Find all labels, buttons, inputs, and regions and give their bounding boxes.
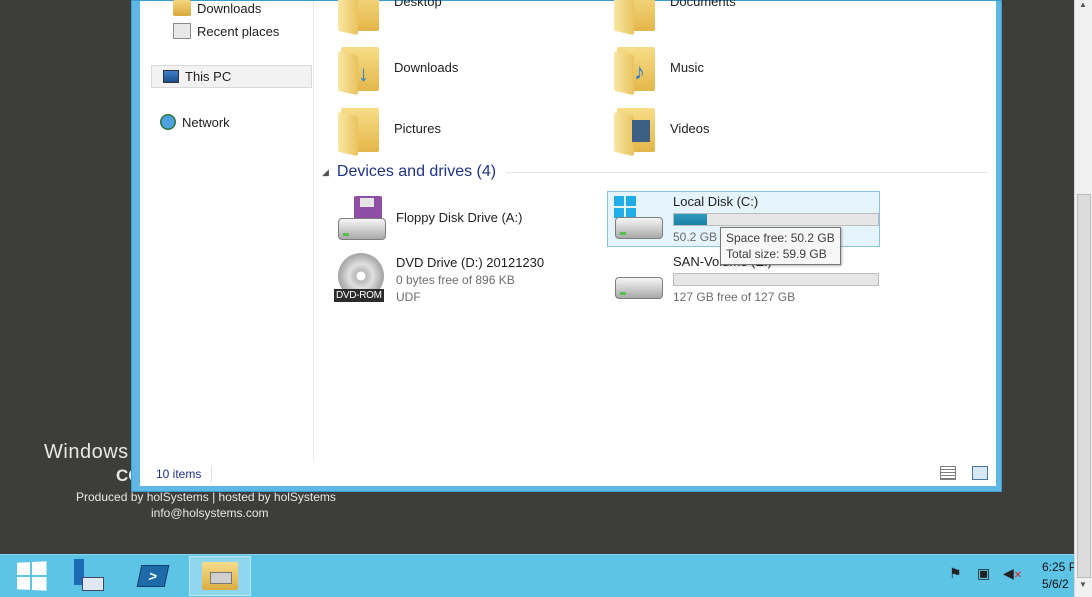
file-explorer-window: Downloads Recent places This PC Network … — [131, 0, 1002, 492]
folder-downloads[interactable]: ↓ Downloads — [338, 41, 459, 96]
drive-free-space: 0 bytes free of 896 KB — [396, 273, 515, 287]
desktop-produced-text: Produced by holSystems | hosted by holSy… — [76, 490, 336, 504]
drive-name: DVD Drive (D:) 20121230 — [396, 255, 545, 270]
drive-name: Local Disk (C:) — [673, 194, 759, 209]
drive-tooltip: Space free: 50.2 GB Total size: 59.9 GB — [720, 227, 841, 265]
folder-label: Downloads — [394, 59, 459, 75]
drive-free-space: 127 GB free of 127 GB — [673, 290, 796, 304]
folder-icon — [614, 0, 660, 36]
section-divider — [506, 171, 988, 173]
folder-label: Documents — [670, 0, 736, 9]
windows-logo-icon — [17, 561, 47, 591]
drive-floppy[interactable]: Floppy Disk Drive (A:) — [334, 194, 522, 246]
clock-date: 5/6/2 — [1042, 577, 1069, 591]
status-bar: 10 items — [140, 461, 996, 486]
collapse-arrow-icon[interactable]: ◢ — [322, 167, 329, 178]
folder-label: Music — [670, 59, 704, 75]
powershell-icon: > — [136, 565, 170, 587]
network-tray-icon[interactable]: ▣ — [977, 565, 990, 582]
nav-item-network[interactable]: Network — [160, 111, 230, 133]
details-view-icon[interactable] — [940, 466, 956, 480]
hard-drive-icon — [611, 193, 667, 245]
folder-documents[interactable]: Documents — [614, 0, 736, 36]
dvd-badge: DVD-ROM — [334, 289, 384, 302]
capacity-fill — [674, 214, 707, 225]
start-button[interactable] — [0, 556, 62, 596]
devices-section-header[interactable]: ◢ Devices and drives (4) — [322, 163, 988, 181]
item-count: 10 items — [156, 465, 213, 482]
dvd-icon: DVD-ROM — [334, 251, 390, 303]
drive-filesystem: UDF — [396, 290, 421, 304]
tooltip-space-free: Space free: 50.2 GB — [726, 231, 835, 245]
nav-label: Network — [182, 114, 230, 130]
recent-places-icon — [173, 23, 191, 39]
folder-label: Videos — [670, 120, 710, 136]
folder-icon: ↓ — [338, 41, 384, 96]
desktop-windows-text: Windows — [44, 441, 129, 463]
navigation-pane: Downloads Recent places This PC Network — [140, 0, 314, 461]
network-icon — [160, 114, 176, 130]
explorer-content: Downloads Recent places This PC Network … — [140, 0, 996, 486]
tooltip-total-size: Total size: 59.9 GB — [726, 247, 827, 261]
computer-icon — [163, 70, 179, 83]
nav-label: Recent places — [197, 23, 280, 39]
nav-label: Downloads — [197, 0, 262, 16]
drive-name: Floppy Disk Drive (A:) — [396, 210, 523, 225]
nav-item-recent-places[interactable]: Recent places — [173, 20, 279, 42]
nav-item-this-pc[interactable]: This PC — [151, 65, 312, 88]
server-manager-icon — [72, 559, 104, 593]
volume-muted-icon[interactable]: ◀✕ — [1003, 565, 1022, 582]
folder-desktop[interactable]: Desktop — [338, 0, 442, 36]
folder-label: Desktop — [394, 0, 442, 9]
folder-icon — [338, 0, 384, 36]
desktop-email-text: info@holsystems.com — [151, 506, 269, 520]
powershell-button[interactable]: > — [122, 556, 184, 596]
nav-label: This PC — [185, 69, 232, 84]
folder-icon: ♪ — [614, 41, 660, 96]
taskbar: > ⚑ ▣ ◀✕ 6:25 PM 5/6/2 — [0, 554, 1074, 597]
section-title: Devices and drives (4) — [336, 163, 497, 180]
capacity-bar — [673, 213, 879, 226]
flag-icon[interactable]: ⚑ — [949, 565, 962, 582]
nav-item-downloads[interactable]: Downloads — [173, 0, 261, 19]
file-explorer-icon — [202, 562, 238, 590]
folder-label: Pictures — [394, 120, 441, 136]
folder-music[interactable]: ♪ Music — [614, 41, 704, 96]
folder-pictures[interactable]: Pictures — [338, 102, 441, 157]
scroll-up-icon[interactable]: ▲ — [1079, 0, 1087, 9]
downloads-folder-icon — [173, 0, 191, 16]
drive-dvd[interactable]: DVD-ROM DVD Drive (D:) 20121230 0 bytes … — [334, 251, 544, 306]
scroll-down-icon[interactable]: ▼ — [1079, 580, 1087, 589]
file-explorer-button[interactable] — [189, 556, 251, 596]
large-icons-view-icon[interactable] — [972, 466, 988, 480]
hard-drive-icon — [611, 253, 667, 305]
folder-icon — [338, 102, 384, 157]
capacity-bar — [673, 273, 879, 286]
folder-icon — [614, 102, 660, 157]
clock-time: 6:25 PM — [1042, 560, 1074, 574]
windows-logo-icon — [614, 196, 636, 218]
system-clock[interactable]: 6:25 PM 5/6/2 — [1042, 559, 1074, 593]
folder-videos[interactable]: Videos — [614, 102, 710, 157]
vertical-scrollbar[interactable]: ▲ ▼ — [1074, 0, 1092, 597]
scroll-thumb[interactable] — [1077, 194, 1091, 578]
floppy-icon — [334, 194, 390, 246]
server-manager-button[interactable] — [56, 556, 118, 596]
